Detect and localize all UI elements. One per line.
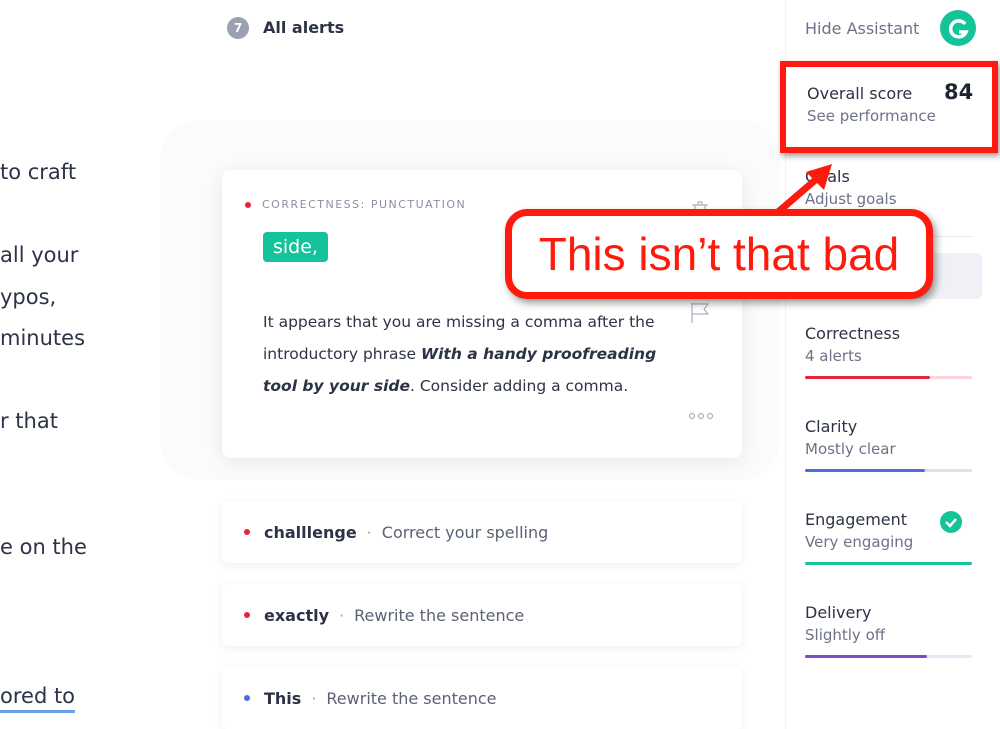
alert-description: Correct your spelling [381,522,549,542]
check-circle-icon [940,511,962,533]
doc-text[interactable]: to craft [0,160,76,184]
engagement-bar [805,562,972,565]
doc-text-underlined[interactable]: ored to [0,684,76,713]
alert-explanation: It appears that you are missing a comma … [263,306,683,402]
alert-row[interactable]: challlenge · Correct your spelling [222,501,742,563]
alert-row[interactable]: This · Rewrite the sentence [222,667,742,729]
alert-word: challlenge [264,522,357,542]
grammarly-logo-icon[interactable] [940,10,976,46]
alert-category: CORRECTNESS: PUNCTUATION [262,198,467,211]
annotation-callout: This isn’t that bad [505,209,933,299]
doc-text[interactable]: ypos, [0,285,56,309]
separator: · [339,605,345,625]
more-icon[interactable] [688,412,714,420]
category-status: 4 alerts [805,347,862,365]
alert-word: This [264,688,302,708]
alert-count-badge: 7 [227,17,249,39]
severity-dot [244,695,250,701]
annotation-highlight-box [780,61,998,153]
alert-row[interactable]: exactly · Rewrite the sentence [222,584,742,646]
suggestion-chip[interactable]: side, [263,232,328,262]
correctness-bar [805,376,972,379]
category-status: Very engaging [805,533,914,551]
doc-text[interactable]: e on the [0,535,87,559]
category-delivery[interactable]: Delivery [805,603,871,622]
hide-assistant-button[interactable]: Hide Assistant [805,19,919,38]
separator: · [311,688,317,708]
delivery-bar [805,655,972,658]
severity-dot [245,202,251,208]
category-status: Mostly clear [805,440,896,458]
alert-word: exactly [264,605,330,625]
severity-dot [244,529,250,535]
doc-text[interactable]: r that [0,409,58,433]
clarity-bar [805,469,972,472]
doc-text[interactable]: all your [0,243,78,267]
category-engagement[interactable]: Engagement [805,510,907,529]
explanation-text: . Consider adding a comma. [410,377,629,395]
all-alerts-label[interactable]: All alerts [263,18,344,37]
alert-description: Rewrite the sentence [354,605,525,625]
alert-description: Rewrite the sentence [326,688,497,708]
category-status: Slightly off [805,626,886,644]
doc-text[interactable]: minutes [0,326,85,350]
separator: · [366,522,372,542]
flag-icon[interactable] [690,302,710,324]
category-correctness[interactable]: Correctness [805,324,900,343]
category-clarity[interactable]: Clarity [805,417,857,436]
severity-dot [244,612,250,618]
